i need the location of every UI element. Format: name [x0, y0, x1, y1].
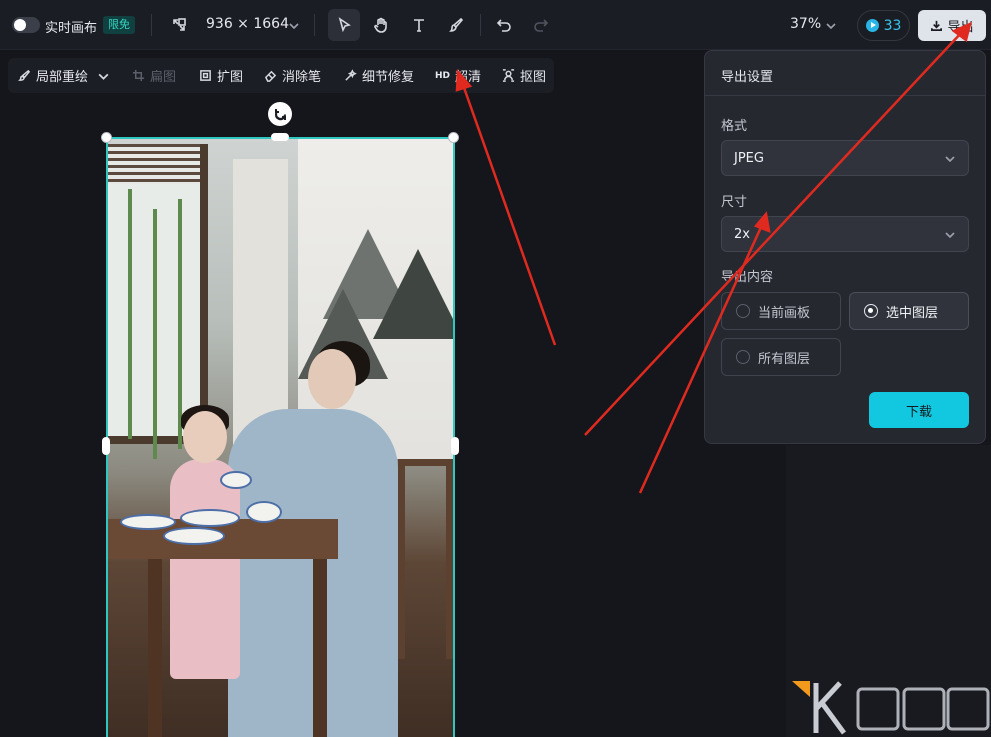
divider [480, 14, 481, 36]
tool-label: 扁图 [150, 70, 177, 85]
resize-handle-tr[interactable] [448, 132, 459, 143]
option-label: 所有图层 [758, 351, 811, 367]
annotation-arrow [460, 81, 557, 346]
cutout-icon [502, 69, 515, 82]
credits-count: 33 [883, 17, 902, 34]
export-settings-panel: 导出设置 格式 JPEG 尺寸 2x 导出内容 当前画板 选中图层 所有图层 下… [704, 50, 986, 444]
divider [151, 14, 152, 36]
hand-tool-icon[interactable] [365, 9, 397, 41]
tool-label: 细节修复 [362, 70, 415, 85]
expand-icon [200, 70, 211, 81]
format-value: JPEG [734, 150, 764, 166]
tool-detail-repair[interactable]: 细节修复 [344, 58, 414, 93]
image-bamboo [128, 189, 132, 439]
canvas-image[interactable] [106, 137, 455, 737]
zoom-level[interactable]: 37% [790, 16, 821, 32]
tool-label: 消除笔 [282, 70, 322, 85]
repair-icon [345, 69, 357, 81]
tool-expand[interactable]: 扩图 [199, 58, 243, 93]
free-badge: 限免 [103, 16, 135, 34]
tool-inpaint[interactable]: 局部重绘 [18, 58, 109, 93]
resize-handle-tl[interactable] [101, 132, 112, 143]
tool-crop[interactable]: 扁图 [132, 58, 176, 93]
watermark-logo [792, 681, 990, 735]
crop-icon [132, 69, 145, 82]
radio-icon [864, 304, 878, 318]
resize-handle-right[interactable] [451, 437, 459, 455]
tool-label: 局部重绘 [36, 70, 89, 85]
hd-icon: HD [435, 70, 451, 81]
image-chair [398, 459, 453, 659]
option-label: 选中图层 [886, 305, 939, 321]
panel-title: 导出设置 [721, 70, 774, 85]
chevron-down-icon [944, 229, 956, 241]
option-label: 当前画板 [758, 305, 811, 321]
image-bamboo [178, 199, 182, 449]
chevron-down-icon [944, 153, 956, 165]
download-icon [931, 20, 943, 31]
brush-icon [18, 69, 31, 81]
image-bowl [220, 471, 252, 489]
resize-handle-top[interactable] [271, 133, 289, 141]
resize-handle-left[interactable] [102, 437, 110, 455]
resize-canvas-icon[interactable] [163, 9, 195, 41]
tool-upscale[interactable]: HD 超清 [435, 58, 481, 93]
size-value: 2x [734, 226, 750, 242]
option-all-layers[interactable]: 所有图层 [721, 338, 841, 376]
canvas-size[interactable]: 936 × 1664 [206, 16, 289, 32]
image-girl [170, 459, 240, 679]
tool-label: 抠图 [520, 70, 547, 85]
top-bar: 实时画布 限免 936 × 1664 37% 33 导出 [0, 0, 991, 50]
radio-icon [736, 304, 750, 318]
image-bamboo [153, 209, 157, 459]
brush-tool-icon[interactable] [440, 9, 472, 41]
radio-icon [736, 350, 750, 364]
chevron-down-icon [97, 70, 109, 82]
select-tool-icon[interactable] [328, 9, 360, 41]
format-select[interactable]: JPEG [721, 140, 969, 176]
divider [705, 95, 985, 96]
chevron-down-icon[interactable] [825, 20, 837, 32]
export-button[interactable]: 导出 [918, 10, 986, 41]
image-bowl [246, 501, 282, 523]
credit-icon [865, 19, 879, 32]
rotate-icon [274, 108, 286, 120]
realtime-canvas-toggle[interactable] [12, 17, 40, 33]
image-window [108, 144, 208, 444]
image-plate [180, 509, 240, 527]
divider [314, 14, 315, 36]
format-label: 格式 [721, 119, 748, 134]
chevron-down-icon[interactable] [288, 20, 300, 32]
eraser-icon [264, 70, 277, 82]
undo-icon[interactable] [488, 9, 520, 41]
content-label: 导出内容 [721, 270, 774, 285]
image-edit-toolbar: 局部重绘 扁图 扩图 消除笔 细节修复 HD 超清 抠图 [8, 58, 554, 93]
tool-cutout[interactable]: 抠图 [502, 58, 546, 93]
option-current-artboard[interactable]: 当前画板 [721, 292, 841, 330]
image-plate [163, 527, 225, 545]
size-label: 尺寸 [721, 195, 748, 210]
size-select[interactable]: 2x [721, 216, 969, 252]
realtime-canvas-label: 实时画布 [45, 21, 98, 36]
download-button[interactable]: 下载 [869, 392, 969, 428]
image-wall-panel [233, 159, 288, 449]
tool-eraser[interactable]: 消除笔 [264, 58, 321, 93]
option-selected-layer[interactable]: 选中图层 [849, 292, 969, 330]
tool-label: 超清 [455, 70, 482, 85]
text-tool-icon[interactable] [403, 9, 435, 41]
rotate-handle[interactable] [268, 102, 292, 126]
image-plate [120, 514, 176, 530]
export-label: 导出 [947, 20, 974, 35]
tool-label: 扩图 [217, 70, 244, 85]
credits-badge[interactable]: 33 [857, 10, 910, 41]
redo-icon[interactable] [525, 9, 557, 41]
